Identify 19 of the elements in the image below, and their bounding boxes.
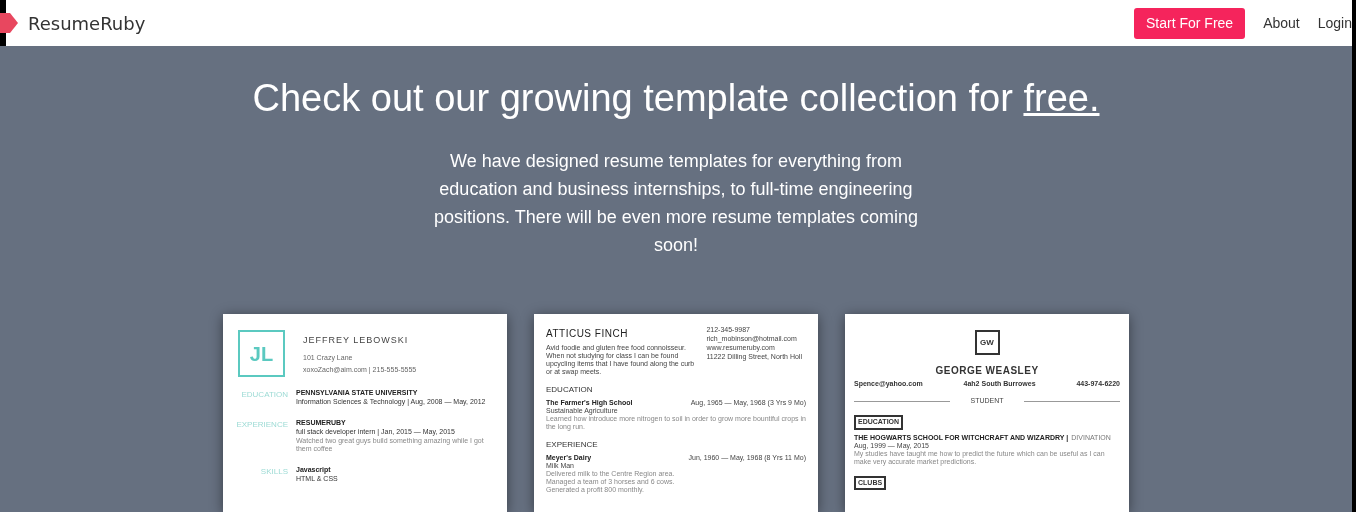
brand-name: ResumeRuby [28, 11, 146, 36]
monogram: JL [238, 330, 285, 377]
hero-description: We have designed resume templates for everything from education and business internships, to full-time engineering positions. There will be even more resume templates coming soon! [433, 150, 919, 257]
section-label: EXPERIENCE [235, 419, 288, 431]
monogram: GW [974, 330, 1000, 355]
section-label: EXPERIENCE [546, 439, 599, 451]
resume-name: JEFFREY LEBOWSKI [303, 334, 410, 347]
section-label: SKILLS [259, 466, 288, 478]
hero-title: Check out our growing template collection for free. [252, 76, 1100, 121]
start-button[interactable]: Start For Free [1134, 7, 1246, 39]
section-label: EDUCATION [240, 389, 288, 401]
resume-name: GEORGE WEASLEY [935, 364, 1039, 378]
template-card[interactable] [845, 314, 1129, 512]
ruby-logo-icon [0, 11, 18, 35]
nav-link[interactable]: About [1263, 12, 1300, 34]
section-label: EDUCATION [546, 384, 594, 396]
free-link[interactable]: free. [1023, 77, 1100, 119]
resume-name: ATTICUS FINCH [546, 327, 629, 341]
nav-link[interactable]: Login [1317, 12, 1352, 34]
